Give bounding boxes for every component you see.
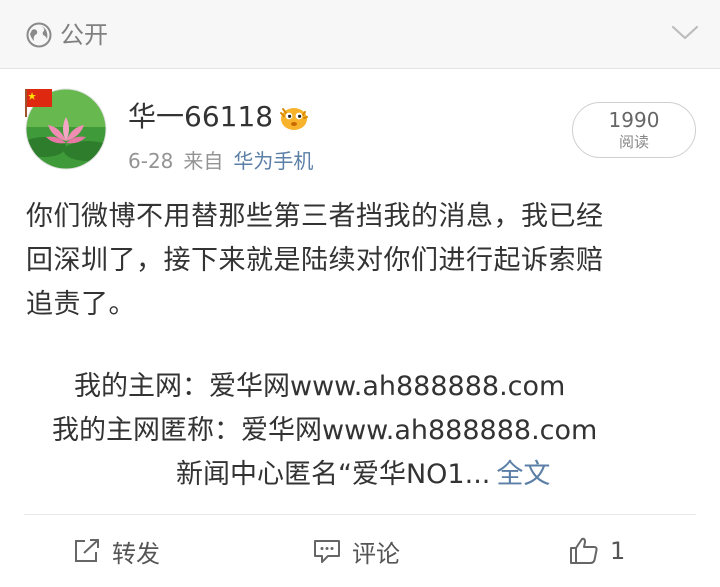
news-center-text: 新闻中心匿名“爱华NO1...	[176, 459, 491, 490]
full-text-link[interactable]: 全文	[496, 459, 550, 490]
main-site-line: 我的主网：爱华网www.ah888888.com	[74, 371, 566, 402]
repost-label: 转发	[112, 539, 160, 568]
pufferfish-badge-icon	[280, 108, 308, 130]
post-line: 你们微博不用替那些第三者挡我的消息，我已经	[26, 201, 604, 232]
repost-button[interactable]: 转发	[72, 531, 160, 571]
visibility-label: 公开	[60, 21, 108, 49]
post-body: 你们微博不用替那些第三者挡我的消息，我已经 回深圳了，接下来就是陆续对你们进行起…	[26, 195, 706, 327]
post-source[interactable]: 华为手机	[233, 149, 313, 173]
divider	[24, 514, 696, 515]
post-line: 回深圳了，接下来就是陆续对你们进行起诉索赔	[26, 245, 604, 276]
like-count: 1	[610, 537, 626, 565]
globe-icon	[26, 22, 52, 48]
comment-button[interactable]: 评论	[312, 531, 400, 571]
comment-label: 评论	[352, 539, 400, 568]
read-label: 阅读	[618, 133, 649, 151]
source-prefix: 来自	[183, 149, 224, 173]
post-card: 华一66118 6-28 来自 华为手机 1990 阅读 你们微博不用替那些第三者挡…	[0, 69, 720, 587]
main-site-alias-line: 我的主网匿称：爱华网www.ah888888.com	[52, 415, 598, 446]
comment-icon	[314, 540, 340, 563]
repost-icon	[75, 539, 99, 562]
thumbs-up-icon	[570, 537, 598, 564]
post-date: 6-28	[128, 149, 174, 173]
visibility-bar[interactable]: 公开	[0, 0, 720, 69]
like-button[interactable]: 1	[568, 531, 625, 571]
news-center-line: 新闻中心匿名“爱华NO1... 全文	[176, 455, 550, 495]
chevron-down-icon[interactable]	[670, 22, 700, 44]
post-line: 追责了。	[26, 289, 136, 320]
author-name[interactable]: 华一66118	[128, 99, 273, 135]
read-count-badge: 1990 阅读	[572, 102, 696, 158]
post-meta: 6-28 来自 华为手机	[128, 147, 313, 175]
avatar[interactable]	[24, 87, 108, 171]
read-count: 1990	[608, 108, 660, 132]
